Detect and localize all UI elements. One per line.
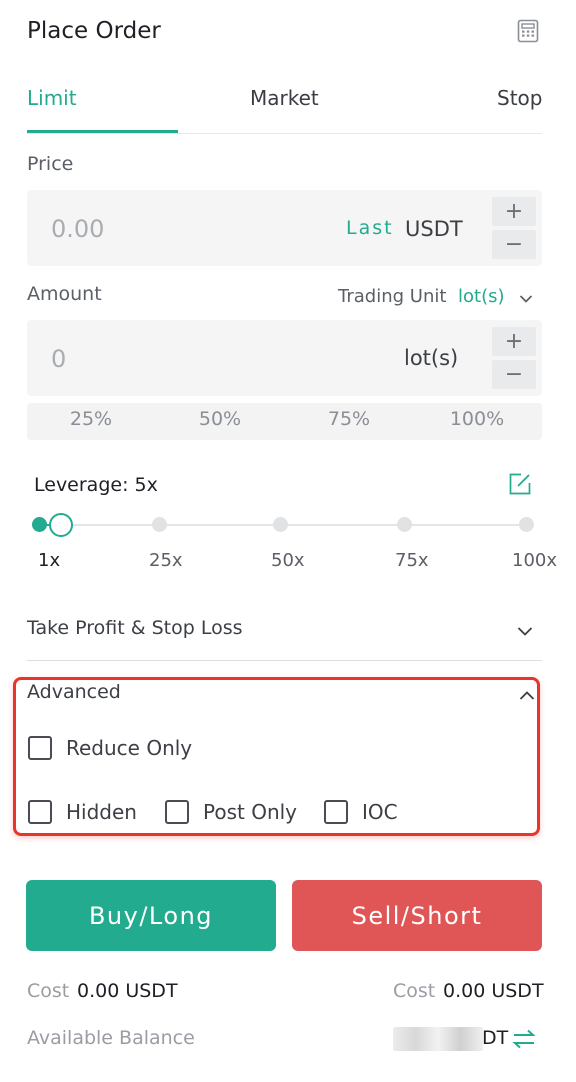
sell-short-button[interactable]: Sell/Short xyxy=(292,880,542,951)
leverage-label: Leverage: 5x xyxy=(34,474,158,496)
amount-label: Amount xyxy=(27,283,102,305)
amount-decrement-button[interactable]: − xyxy=(492,360,536,389)
percent-75-button[interactable]: 75% xyxy=(309,408,389,430)
percent-50-button[interactable]: 50% xyxy=(180,408,260,430)
sell-cost-label: Cost xyxy=(393,980,436,1002)
percent-100-button[interactable]: 100% xyxy=(437,408,517,430)
amount-input[interactable] xyxy=(27,320,542,396)
tab-market[interactable]: Market xyxy=(250,86,319,110)
tab-limit[interactable]: Limit xyxy=(27,86,77,110)
buy-cost-label: Cost xyxy=(27,980,70,1002)
balance-redacted xyxy=(393,1027,483,1051)
leverage-tick-75x: 75x xyxy=(395,550,429,571)
buy-long-button[interactable]: Buy/Long xyxy=(26,880,276,951)
chevron-down-icon[interactable] xyxy=(517,622,533,641)
available-balance-label: Available Balance xyxy=(27,1027,195,1049)
amount-unit: lot(s) xyxy=(404,346,459,370)
price-decrement-button[interactable]: − xyxy=(492,230,536,259)
last-price-link[interactable]: Last xyxy=(346,217,394,239)
transfer-icon[interactable] xyxy=(512,1028,536,1054)
leverage-slider-point-1x[interactable] xyxy=(32,517,47,532)
edit-icon[interactable] xyxy=(508,472,532,500)
section-divider xyxy=(27,660,542,661)
page-title: Place Order xyxy=(27,18,161,44)
tpsl-toggle[interactable]: Take Profit & Stop Loss xyxy=(27,617,243,639)
leverage-slider-handle[interactable] xyxy=(49,513,73,537)
amount-placeholder: 0 xyxy=(51,345,67,373)
leverage-slider-point-50x[interactable] xyxy=(273,517,288,532)
leverage-tick-100x: 100x xyxy=(512,550,558,571)
leverage-slider-point-75x[interactable] xyxy=(397,517,412,532)
leverage-tick-25x: 25x xyxy=(149,550,183,571)
trading-unit-label: Trading Unit xyxy=(338,286,447,307)
price-placeholder: 0.00 xyxy=(51,215,105,243)
trading-unit-select[interactable]: lot(s) xyxy=(458,286,505,307)
leverage-tick-1x: 1x xyxy=(38,550,61,571)
leverage-slider-point-100x[interactable] xyxy=(519,517,534,532)
amount-increment-button[interactable]: + xyxy=(492,327,536,356)
balance-value: DT xyxy=(482,1027,509,1049)
annotation-highlight-box xyxy=(13,677,540,836)
calculator-icon[interactable] xyxy=(516,19,540,43)
leverage-slider-point-25x[interactable] xyxy=(152,517,167,532)
tab-stop[interactable]: Stop xyxy=(497,86,542,110)
sell-cost-value: 0.00 USDT xyxy=(443,980,544,1002)
chevron-down-icon[interactable] xyxy=(519,289,533,308)
percent-25-button[interactable]: 25% xyxy=(51,408,131,430)
price-label: Price xyxy=(27,153,74,175)
leverage-tick-50x: 50x xyxy=(271,550,305,571)
price-increment-button[interactable]: + xyxy=(492,197,536,226)
buy-cost-value: 0.00 USDT xyxy=(77,980,178,1002)
price-unit: USDT xyxy=(405,217,463,241)
tab-divider xyxy=(27,133,542,134)
